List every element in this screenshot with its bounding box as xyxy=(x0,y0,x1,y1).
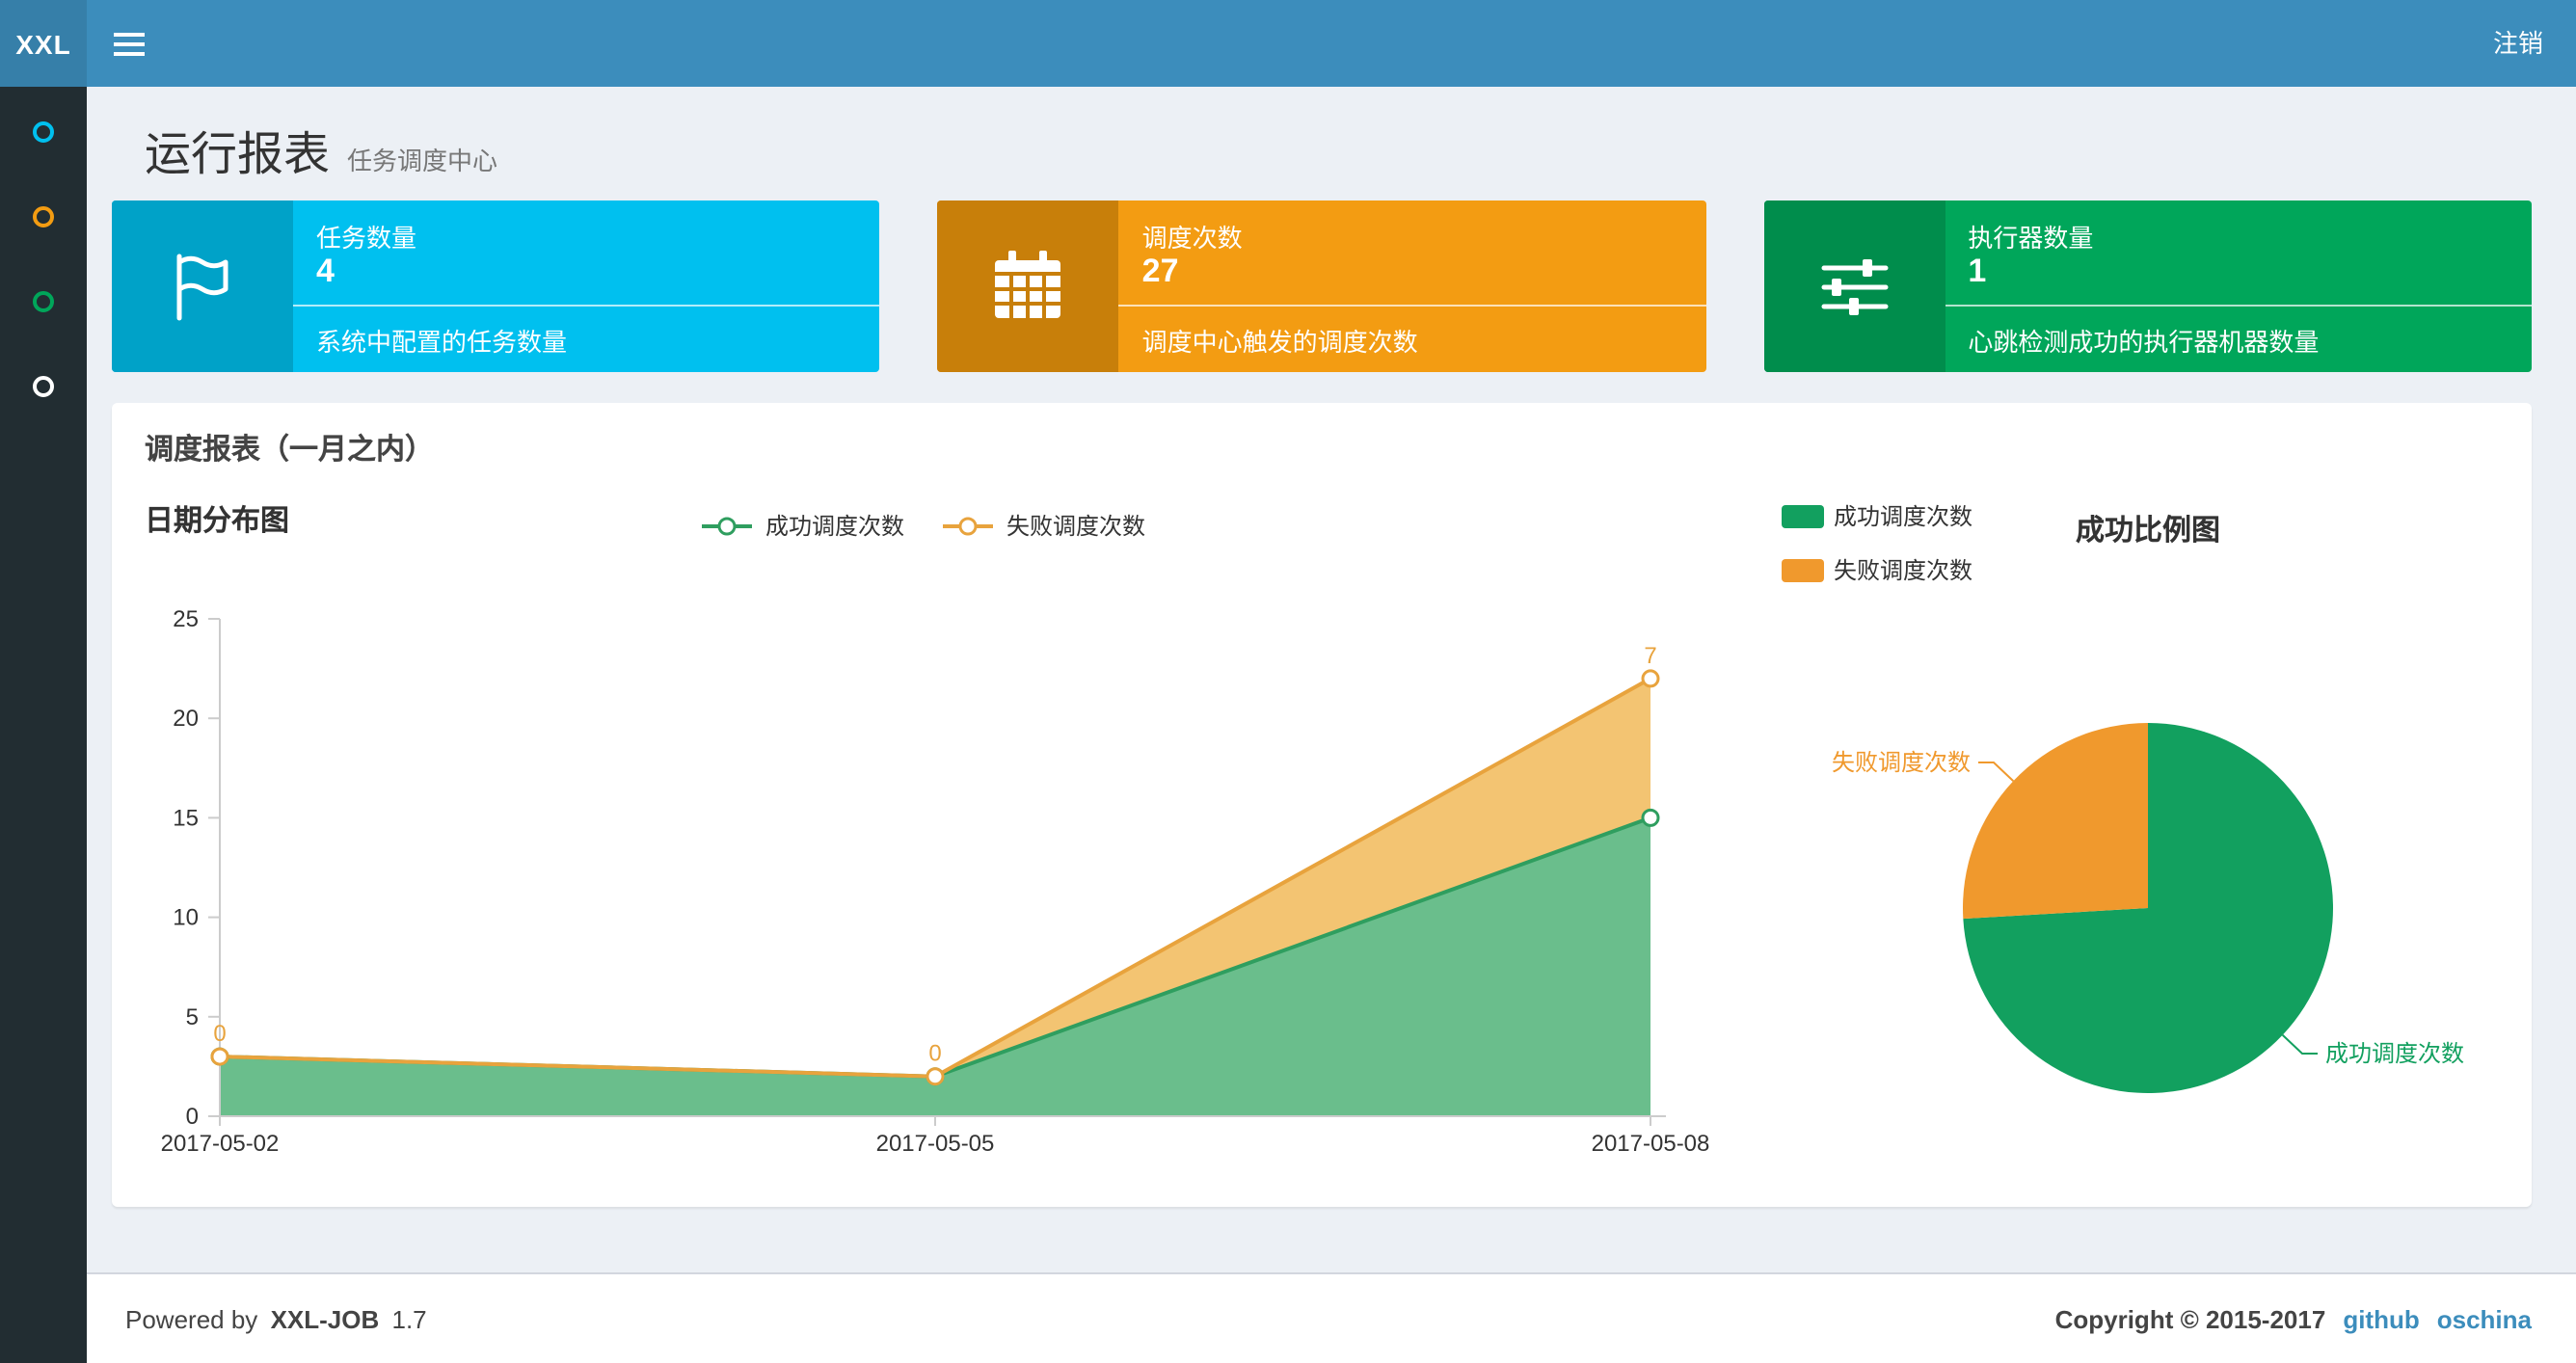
svg-text:25: 25 xyxy=(173,606,199,632)
oschina-link[interactable]: oschina xyxy=(2437,1304,2532,1333)
svg-text:成功调度次数: 成功调度次数 xyxy=(2325,1041,2464,1067)
svg-text:失败调度次数: 失败调度次数 xyxy=(1832,750,1971,776)
hamburger-icon xyxy=(114,42,145,46)
svg-text:5: 5 xyxy=(186,1004,199,1030)
powered-by: Powered by XXL-JOB 1.7 xyxy=(125,1304,433,1333)
success-ratio-pie-chart[interactable]: 失败调度次数成功调度次数 xyxy=(1693,692,2532,1193)
sidebar xyxy=(0,87,87,1363)
sliders-icon xyxy=(1763,200,1945,372)
xxl-job-dashboard: XXL 注销 运行报表 任务调度中心 任务数量 4 系统中配置的任务数量 调度次… xyxy=(0,0,2576,1363)
svg-text:0: 0 xyxy=(186,1104,199,1130)
legend-label: 失败调度次数 xyxy=(1006,513,1146,540)
info-box-body: 执行器数量 1 心跳检测成功的执行器机器数量 xyxy=(1945,200,2532,372)
svg-text:0: 0 xyxy=(213,1021,226,1047)
svg-text:2017-05-05: 2017-05-05 xyxy=(876,1131,995,1157)
info-box-footer: 系统中配置的任务数量 xyxy=(316,327,568,356)
info-box-job-count: 任务数量 4 系统中配置的任务数量 xyxy=(112,200,880,372)
svg-text:0: 0 xyxy=(928,1041,941,1067)
legend-label: 失败调度次数 xyxy=(1834,557,1973,584)
calendar-icon xyxy=(937,200,1119,372)
line-chart-title: 日期分布图 xyxy=(145,505,290,538)
info-box-value: 4 xyxy=(316,253,335,289)
info-box-title: 任务数量 xyxy=(316,224,417,253)
panel-title: 调度报表（一月之内） xyxy=(145,434,435,467)
page-title: 运行报表 xyxy=(145,129,330,181)
sidebar-item-executor-manage[interactable] xyxy=(0,343,87,428)
page-subtitle: 任务调度中心 xyxy=(347,147,498,175)
pie-chart-legend: 成功调度次数 失败调度次数 xyxy=(1782,499,1972,586)
hamburger-icon xyxy=(114,33,145,37)
copyright-text: Copyright © 2015-2017 xyxy=(2054,1304,2326,1333)
svg-text:2017-05-02: 2017-05-02 xyxy=(161,1131,280,1157)
info-box-body: 任务数量 4 系统中配置的任务数量 xyxy=(293,200,880,372)
line-chart-legend: 成功调度次数 失败调度次数 xyxy=(632,509,1211,542)
line-series-marker-icon xyxy=(701,516,752,535)
svg-text:15: 15 xyxy=(173,805,199,831)
product-name: XXL-JOB xyxy=(270,1304,380,1333)
svg-text:20: 20 xyxy=(173,706,199,732)
circle-icon xyxy=(33,120,54,142)
flag-icon xyxy=(112,200,293,372)
legend-item-success[interactable]: 成功调度次数 xyxy=(698,509,904,542)
circle-icon xyxy=(33,290,54,311)
logo[interactable]: XXL xyxy=(0,0,87,87)
powered-prefix: Powered by xyxy=(125,1304,258,1333)
svg-text:10: 10 xyxy=(173,905,199,931)
product-version: 1.7 xyxy=(391,1304,427,1333)
info-box-footer: 调度中心触发的调度次数 xyxy=(1141,327,1418,356)
legend-label: 成功调度次数 xyxy=(1834,503,1973,530)
sidebar-item-job-manage[interactable] xyxy=(0,174,87,258)
info-box-body: 调度次数 27 调度中心触发的调度次数 xyxy=(1118,200,1706,372)
footer: Powered by XXL-JOB 1.7 Copyright © 2015-… xyxy=(87,1272,2576,1363)
legend-item-fail[interactable]: 失败调度次数 xyxy=(939,509,1145,542)
sidebar-item-dispatch-log[interactable] xyxy=(0,258,87,343)
navbar: XXL 注销 xyxy=(0,0,2576,87)
sidebar-item-run-report[interactable] xyxy=(0,89,87,174)
legend-item-fail[interactable]: 失败调度次数 xyxy=(1782,553,1972,586)
copyright-area: Copyright © 2015-2017 github oschina xyxy=(2055,1304,2532,1333)
line-series-marker-icon xyxy=(943,516,993,535)
sidebar-toggle-button[interactable] xyxy=(87,0,172,87)
info-box-value: 27 xyxy=(1141,253,1179,289)
info-box-executor-count: 执行器数量 1 心跳检测成功的执行器机器数量 xyxy=(1763,200,2532,372)
date-distribution-area-chart[interactable]: 05101520252017-05-02 2017-05-05 2017-05-08… xyxy=(112,567,1731,1174)
report-panel: 调度报表（一月之内） 日期分布图 成功调度次数 失败调度次数 0 5 10 15 20 2… xyxy=(112,403,2532,1207)
svg-text:7: 7 xyxy=(1644,643,1656,669)
legend-swatch-icon xyxy=(1782,504,1824,527)
svg-text:2017-05-08: 2017-05-08 xyxy=(1592,1131,1710,1157)
summary-boxes: 任务数量 4 系统中配置的任务数量 调度次数 27 调度中心触发的调度次数 执行… xyxy=(112,200,2532,372)
legend-item-success[interactable]: 成功调度次数 xyxy=(1782,499,1972,532)
page-header: 运行报表 任务调度中心 xyxy=(145,116,497,183)
circle-icon xyxy=(33,375,54,396)
circle-icon xyxy=(33,205,54,227)
info-box-title: 调度次数 xyxy=(1141,224,1243,253)
legend-swatch-icon xyxy=(1782,558,1824,581)
legend-label: 成功调度次数 xyxy=(765,513,904,540)
info-box-title: 执行器数量 xyxy=(1968,224,2094,253)
logout-link[interactable]: 注销 xyxy=(2460,0,2576,87)
pie-chart-title: 成功比例图 xyxy=(2075,515,2220,548)
info-box-trigger-count: 调度次数 27 调度中心触发的调度次数 xyxy=(937,200,1706,372)
info-box-value: 1 xyxy=(1968,253,1987,289)
info-box-footer: 心跳检测成功的执行器机器数量 xyxy=(1968,327,2320,356)
github-link[interactable]: github xyxy=(2343,1304,2419,1333)
hamburger-icon xyxy=(114,52,145,56)
